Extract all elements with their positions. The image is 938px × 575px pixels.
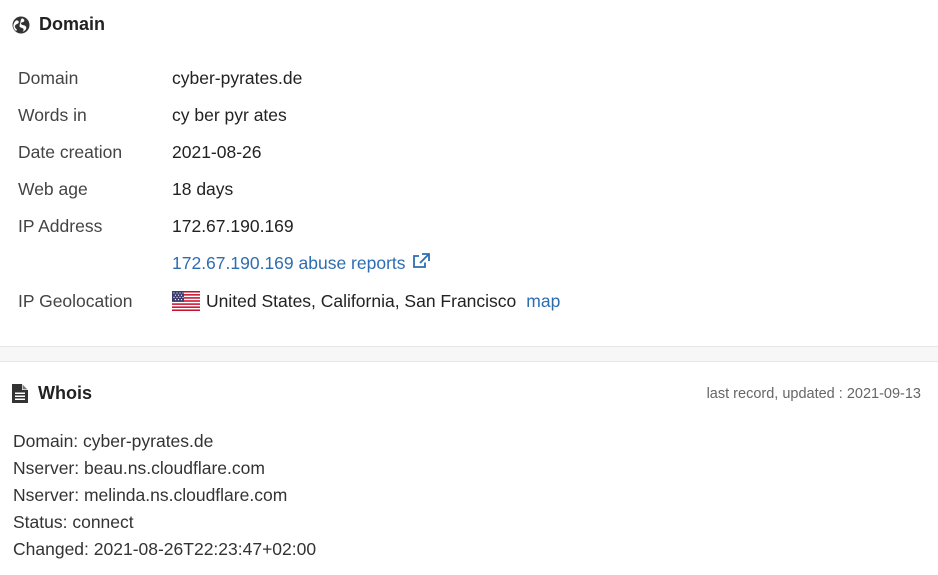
geolocation-value: United States, California, San Francisco — [206, 290, 517, 311]
ip-address-row: IP Address 172.67.190.169 — [18, 214, 294, 238]
whois-line: Nserver: melinda.ns.cloudflare.com — [13, 485, 288, 505]
ip-address-link[interactable]: 172.67.190.169 — [172, 216, 294, 237]
geolocation-label: IP Geolocation — [18, 290, 133, 311]
web-age-label: Web age — [18, 178, 88, 199]
domain-section-heading: Domain — [39, 14, 106, 34]
document-icon — [12, 384, 28, 403]
date-creation-row: Date creation 2021-08-26 — [18, 140, 262, 164]
whois-line: Domain: cyber-pyrates.de — [13, 431, 214, 451]
external-link-icon — [412, 252, 430, 274]
whois-line: Nserver: beau.ns.cloudflare.com — [13, 458, 265, 478]
words-in-value: cy ber pyr ates — [172, 104, 287, 125]
ip-address-label: IP Address — [18, 215, 103, 236]
domain-label: Domain — [18, 67, 79, 88]
whois-line: Changed: 2021-08-26T22:23:47+02:00 — [13, 539, 317, 559]
web-age-value: 18 days — [172, 178, 234, 199]
domain-section-title: Domain — [12, 14, 105, 35]
section-divider — [0, 346, 938, 362]
web-age-row: Web age 18 days — [18, 177, 233, 201]
whois-section-title: Whois — [12, 383, 92, 404]
whois-updated-text: last record, updated : 2021-09-13 — [706, 386, 921, 402]
abuse-reports-row: 172.67.190.169 abuse reports — [18, 251, 430, 275]
whois-section-heading: Whois — [38, 383, 92, 403]
words-in-row: Words in cy ber pyr ates — [18, 103, 287, 127]
us-flag-icon — [172, 291, 200, 311]
words-in-label: Words in — [18, 104, 87, 125]
geolocation-row: IP Geolocation United States, California… — [18, 289, 560, 313]
abuse-reports-link[interactable]: 172.67.190.169 abuse reports — [172, 253, 430, 274]
date-creation-label: Date creation — [18, 141, 123, 162]
abuse-reports-text: 172.67.190.169 abuse reports — [172, 252, 406, 273]
domain-row: Domain cyber-pyrates.de — [18, 66, 302, 90]
domain-value: cyber-pyrates.de — [172, 67, 303, 88]
date-creation-value: 2021-08-26 — [172, 141, 262, 162]
whois-line: Status: connect — [13, 512, 134, 532]
map-link[interactable]: map — [526, 291, 560, 312]
globe-icon — [12, 16, 30, 34]
